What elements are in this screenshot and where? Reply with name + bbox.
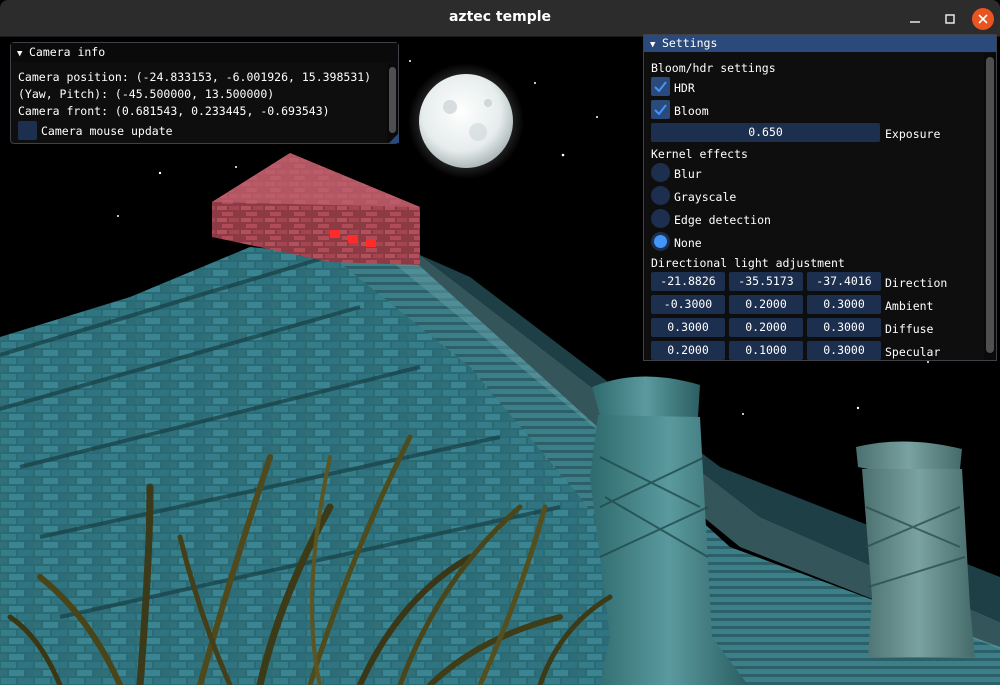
ambient-label: Ambient	[885, 299, 934, 313]
camera-info-header[interactable]: ▼ Camera info	[11, 43, 398, 62]
camera-panel-scroll-grab[interactable]	[389, 67, 396, 133]
settings-panel-scrollbar[interactable]	[984, 53, 996, 360]
bloom-checkbox[interactable]	[651, 100, 670, 119]
directional-light-header: Directional light adjustment	[651, 256, 845, 270]
direction-y-field[interactable]: -35.5173	[729, 272, 803, 291]
camera-mouse-update-label: Camera mouse update	[41, 124, 173, 138]
settings-header[interactable]: ▼ Settings	[644, 35, 996, 52]
specular-z-field[interactable]: 0.3000	[807, 341, 881, 360]
window-title: aztec temple	[448, 9, 552, 25]
kernel-effects-header: Kernel effects	[651, 147, 748, 161]
direction-label: Direction	[885, 276, 948, 290]
close-button[interactable]	[972, 8, 994, 30]
camera-mouse-update-checkbox[interactable]	[18, 121, 37, 140]
kernel-radio-blur[interactable]	[651, 163, 670, 182]
bloom-hdr-header: Bloom/hdr settings	[651, 61, 776, 75]
ambient-z-field[interactable]: 0.3000	[807, 295, 881, 314]
kernel-radio-edge-detection[interactable]	[651, 209, 670, 228]
settings-panel-scroll-grab[interactable]	[986, 57, 994, 353]
camera-info-panel[interactable]: ▼ Camera info Camera position: (-24.83315…	[10, 42, 399, 144]
specular-y-field[interactable]: 0.1000	[729, 341, 803, 360]
direction-z-field[interactable]: -37.4016	[807, 272, 881, 291]
moon	[419, 74, 513, 168]
close-icon	[978, 14, 988, 24]
ambient-x-field[interactable]: -0.3000	[651, 295, 725, 314]
hdr-label: HDR	[674, 81, 695, 95]
exposure-label: Exposure	[885, 127, 941, 141]
kernel-radio-grayscale[interactable]	[651, 186, 670, 205]
hdr-checkbox[interactable]	[651, 77, 670, 96]
minimize-icon	[910, 21, 920, 23]
diffuse-x-field[interactable]: 0.3000	[651, 318, 725, 337]
specular-label: Specular	[885, 345, 941, 359]
kernel-label-grayscale: Grayscale	[674, 190, 737, 204]
ambient-y-field[interactable]: 0.2000	[729, 295, 803, 314]
kernel-label-edge-detection: Edge detection	[674, 213, 771, 227]
kernel-label-blur: Blur	[674, 167, 702, 181]
camera-front-text: Camera front: (0.681543, 0.233445, -0.69…	[18, 104, 330, 118]
camera-panel-scrollbar[interactable]	[387, 63, 398, 143]
checkmark-icon	[654, 81, 667, 92]
maximize-icon	[945, 14, 955, 24]
bloom-label: Bloom	[674, 104, 709, 118]
camera-panel-resize-grip[interactable]	[389, 133, 399, 143]
checkmark-icon	[654, 104, 667, 115]
window-titlebar[interactable]: aztec temple	[0, 0, 1000, 37]
camera-position-text: Camera position: (-24.833153, -6.001926,…	[18, 70, 372, 84]
settings-title: Settings	[662, 36, 718, 50]
kernel-label-none: None	[674, 236, 702, 250]
camera-yaw-pitch-text: (Yaw, Pitch): (-45.500000, 13.500000)	[18, 87, 275, 101]
exposure-slider[interactable]: 0.650	[651, 123, 880, 142]
kernel-radio-none[interactable]	[651, 232, 670, 251]
camera-info-title: Camera info	[29, 45, 106, 59]
diffuse-label: Diffuse	[885, 322, 934, 336]
minimize-button[interactable]	[904, 8, 926, 30]
direction-x-field[interactable]: -21.8826	[651, 272, 725, 291]
diffuse-z-field[interactable]: 0.3000	[807, 318, 881, 337]
diffuse-y-field[interactable]: 0.2000	[729, 318, 803, 337]
maximize-button[interactable]	[939, 8, 961, 30]
collapse-triangle-icon: ▼	[650, 40, 656, 50]
collapse-triangle-icon: ▼	[17, 49, 23, 59]
settings-panel[interactable]: ▼ Settings Bloom/hdr settings HDR Bloom 0…	[643, 34, 997, 361]
specular-x-field[interactable]: 0.2000	[651, 341, 725, 360]
pillar-right	[856, 441, 975, 657]
